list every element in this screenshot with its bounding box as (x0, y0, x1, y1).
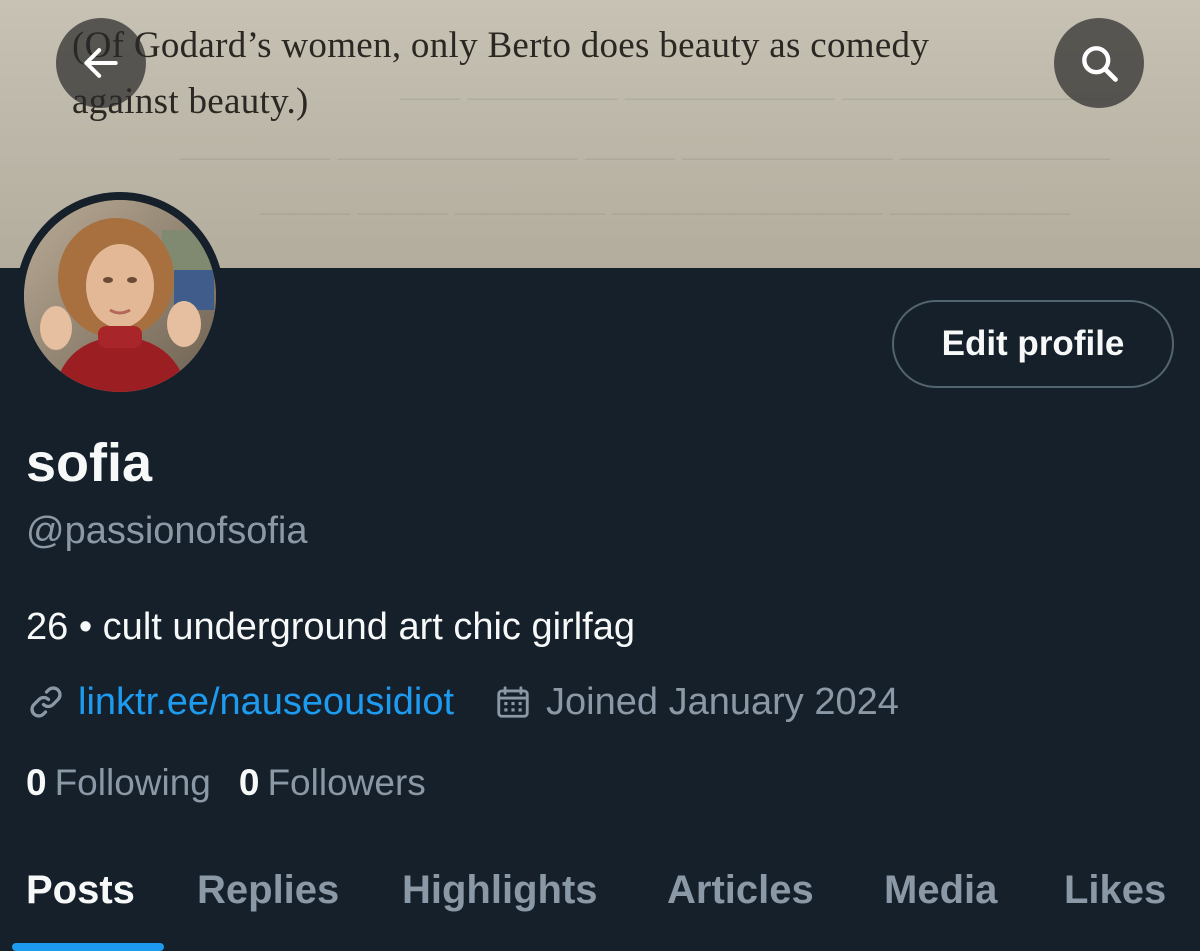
following-label: Following (54, 762, 211, 803)
avatar[interactable] (24, 200, 216, 392)
banner-quote-line: against beauty.) (72, 81, 309, 122)
search-button[interactable] (1054, 18, 1144, 108)
link-icon (30, 686, 62, 718)
tab-media[interactable]: Media (884, 868, 997, 913)
edit-profile-button[interactable]: Edit profile (892, 300, 1174, 388)
arrow-left-icon (84, 48, 118, 78)
followers-link[interactable]: 0 Followers (239, 762, 426, 804)
tab-articles[interactable]: Articles (667, 868, 814, 913)
tab-replies[interactable]: Replies (197, 868, 339, 913)
avatar-frame[interactable] (16, 192, 224, 400)
banner-quote: (Of Godard’s women, only Berto does beau… (72, 18, 1132, 130)
following-count: 0 (26, 762, 47, 803)
banner-quote-line: (Of Godard’s women, only Berto does beau… (72, 25, 930, 66)
profile-bio: 26 • cult underground art chic girlfag (26, 606, 635, 648)
banner-ghost-text: ————— ———————— ——— ——————— ——————— (180, 140, 1110, 173)
banner-ghost-text: ——— ——— ————— ————————— —————— (260, 195, 1070, 228)
profile-link[interactable]: linktr.ee/nauseousidiot (78, 681, 454, 724)
avatar-photo (24, 200, 216, 392)
tab-likes[interactable]: Likes (1064, 868, 1166, 913)
profile-meta: linktr.ee/nauseousidiot Joined January 2… (26, 678, 899, 726)
search-icon (1082, 46, 1118, 82)
user-handle: @passionofsofia (26, 510, 308, 552)
followers-label: Followers (267, 762, 426, 803)
active-tab-indicator (12, 943, 164, 951)
tab-posts[interactable]: Posts (26, 868, 135, 913)
display-name: sofia (26, 433, 153, 493)
followers-count: 0 (238, 762, 260, 803)
tab-highlights[interactable]: Highlights (402, 868, 598, 913)
back-button[interactable] (56, 18, 146, 108)
profile-tabs: Posts Replies Highlights Articles Media … (0, 862, 1200, 951)
following-link[interactable]: 0 Following (26, 762, 211, 804)
joined-date: Joined January 2024 (546, 680, 899, 723)
calendar-icon (494, 683, 532, 721)
follow-stats: 0 Following 0 Followers (26, 762, 426, 804)
